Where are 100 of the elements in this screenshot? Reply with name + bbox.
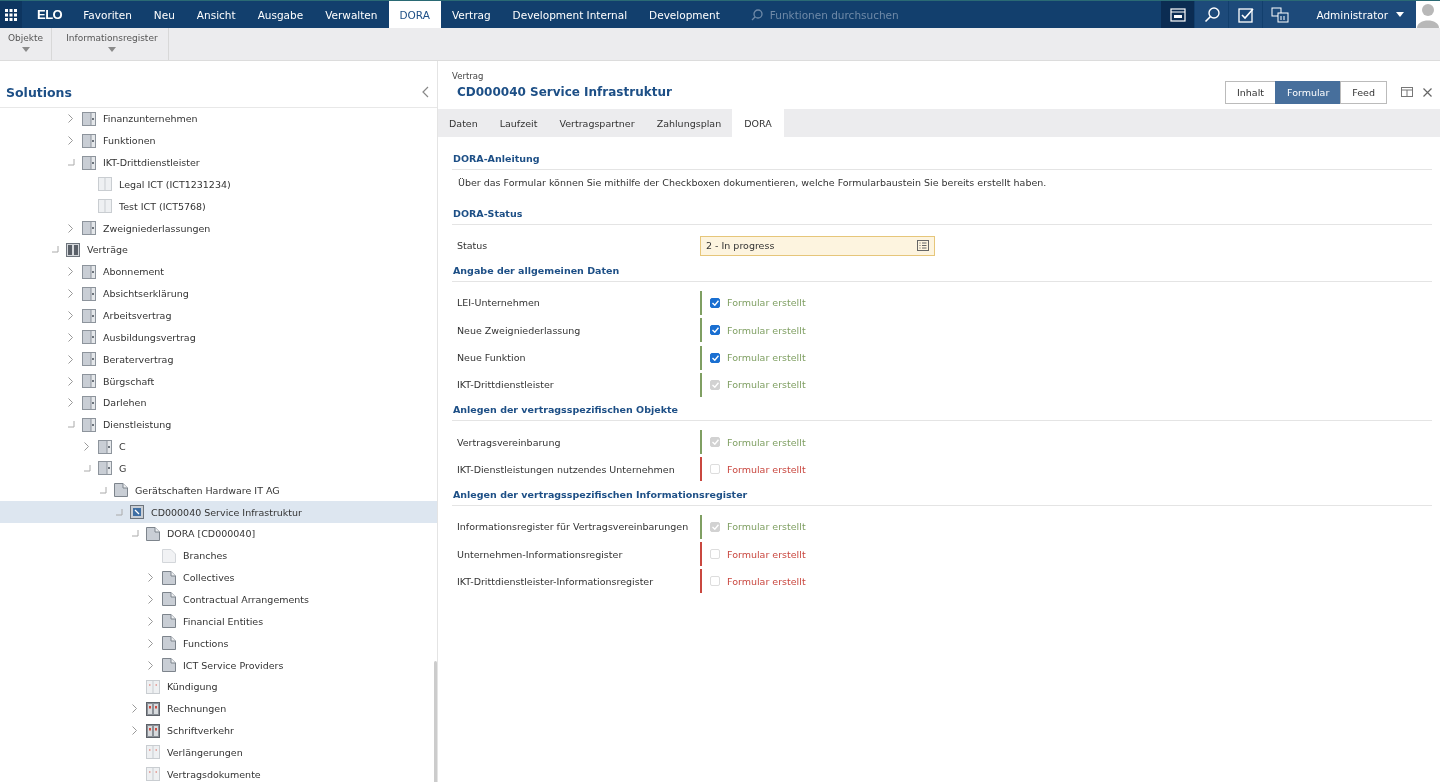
view-toggle-button[interactable]: Inhalt [1224, 80, 1276, 104]
ribbon-group-button[interactable]: Objekte [0, 28, 53, 60]
field-label: LEI-Unternehmen [457, 297, 541, 309]
tree-item[interactable]: Darlehen [0, 391, 437, 414]
chevron-right-icon[interactable] [68, 114, 73, 124]
collapse-corner-icon[interactable] [84, 464, 91, 472]
tree-item[interactable]: Financial Entities [0, 610, 437, 633]
chevron-right-icon[interactable] [132, 726, 137, 736]
menu-tab[interactable]: DORA [388, 1, 441, 28]
menu-tab[interactable]: Ausgabe [246, 1, 315, 28]
checkbox[interactable] [710, 352, 720, 363]
chevron-right-icon[interactable] [68, 289, 73, 299]
chevron-right-icon[interactable] [68, 354, 73, 364]
tree-item[interactable]: Bürgschaft [0, 370, 437, 392]
collapse-icon[interactable] [422, 86, 429, 98]
menu-tab[interactable]: Ansicht [185, 1, 247, 28]
chevron-right-icon[interactable] [148, 595, 153, 604]
tree-item[interactable]: DORA [CD000040] [0, 523, 437, 545]
caret-icon [107, 47, 116, 52]
tree-item[interactable]: Absichtserklärung [0, 282, 437, 305]
tree-item[interactable]: Test ICT (ICT5768) [0, 195, 437, 218]
chevron-right-icon[interactable] [68, 223, 73, 233]
tree-item[interactable]: Kündigung [0, 675, 437, 698]
chevron-right-icon[interactable] [68, 398, 73, 408]
menu-tab[interactable]: Development Internal [501, 1, 639, 28]
user-menu[interactable]: Administrator [1296, 1, 1416, 28]
chevron-right-icon[interactable] [132, 704, 137, 714]
chevron-right-icon[interactable] [148, 638, 153, 648]
menu-tab[interactable]: Neu [142, 1, 186, 28]
tree-item[interactable]: Finanzunternehmen [0, 108, 437, 130]
document-title: CD000040 Service Infrastruktur [456, 85, 673, 99]
tree-item[interactable]: Verträge [0, 239, 437, 261]
search-field[interactable]: Funktionen durchsuchen [767, 7, 972, 22]
menu-tab[interactable]: Vertrag [440, 1, 502, 28]
checkbox-label: Formular erstellt [727, 436, 806, 448]
form-tab[interactable]: Daten [438, 109, 489, 137]
view-toggle-button[interactable]: Formular [1275, 80, 1342, 104]
collapse-corner-icon[interactable] [68, 421, 75, 429]
tree-item[interactable]: Schriftverkehr [0, 719, 437, 742]
tree-item[interactable]: Zweigniederlassungen [0, 217, 437, 240]
tree-item[interactable]: CD000040 Service Infrastruktur [0, 501, 437, 524]
form-tab[interactable]: DORA [732, 109, 784, 137]
chevron-right-icon[interactable] [68, 311, 73, 320]
tree-item[interactable]: Ausbildungsvertrag [0, 326, 437, 349]
tree-item[interactable]: ICT Service Providers [0, 654, 437, 676]
checkmark-icon [711, 299, 719, 306]
close-icon[interactable] [1423, 87, 1432, 97]
field-label: Unternehmen-Informationsregister [457, 548, 624, 560]
scrollbar[interactable] [434, 661, 437, 782]
form-tab[interactable]: Vertragspartner [548, 109, 646, 137]
apps-menu-button[interactable] [0, 1, 22, 28]
tree-item[interactable]: Dienstleistung [0, 413, 437, 436]
tree-item[interactable]: Branches [0, 544, 437, 567]
chevron-right-icon[interactable] [84, 442, 89, 452]
chevron-right-icon[interactable] [148, 573, 153, 583]
chevron-right-icon[interactable] [148, 660, 153, 670]
tree-item[interactable]: G [0, 457, 437, 480]
tree-item[interactable]: Beratervertrag [0, 348, 437, 371]
checkbox[interactable] [710, 325, 720, 336]
tree-item[interactable]: C [0, 435, 437, 458]
layout-icon[interactable] [1401, 87, 1413, 97]
form-tab[interactable]: Zahlungsplan [645, 109, 733, 137]
collapse-corner-icon[interactable] [132, 530, 139, 538]
binder-icon [82, 111, 96, 126]
menu-tab[interactable]: Verwalten [314, 1, 389, 28]
search-button[interactable] [1194, 1, 1229, 28]
collapse-corner-icon[interactable] [100, 486, 107, 494]
menu-tab[interactable]: Favoriten [72, 1, 143, 28]
checkbox[interactable] [710, 297, 720, 308]
status-dropdown[interactable]: 2 - In progress [700, 235, 935, 256]
tree-item[interactable]: Contractual Arrangements [0, 588, 437, 611]
windows-button[interactable] [1262, 1, 1297, 28]
tree-item[interactable]: Funktionen [0, 129, 437, 152]
collapse-corner-icon[interactable] [68, 159, 75, 167]
tree-item[interactable]: IKT-Drittdienstleister [0, 151, 437, 174]
tasks-button[interactable] [1228, 1, 1263, 28]
chevron-right-icon[interactable] [148, 616, 153, 626]
ribbon-group-button[interactable]: Informationsregister [52, 28, 169, 60]
calendar-button[interactable] [1160, 1, 1195, 28]
section-heading: Anlegen der vertragsspezifischen Informationsregister [452, 483, 1432, 507]
binder-icon [82, 308, 96, 323]
view-toggle-button[interactable]: Feed [1340, 80, 1387, 104]
chevron-right-icon[interactable] [68, 267, 73, 277]
empty-binder-icon [98, 199, 112, 214]
tree-item[interactable]: Rechnungen [0, 697, 437, 720]
avatar-icon [1416, 2, 1440, 28]
menu-tab[interactable]: Development [638, 1, 731, 28]
collapse-corner-icon[interactable] [52, 246, 59, 254]
tree-item[interactable]: Arbeitsvertrag [0, 304, 437, 327]
tree-item[interactable]: Vertragsdokumente [0, 763, 437, 782]
chevron-right-icon[interactable] [68, 136, 73, 146]
tree-item[interactable]: Abonnement [0, 260, 437, 283]
tree-item[interactable]: Functions [0, 632, 437, 655]
tree-item[interactable]: Verlängerungen [0, 741, 437, 764]
chevron-right-icon[interactable] [68, 332, 73, 342]
tree-item[interactable]: Gerätschaften Hardware IT AG [0, 479, 437, 502]
tree-item[interactable]: Collectives [0, 566, 437, 589]
tree-item[interactable]: Legal ICT (ICT1231234) [0, 173, 437, 196]
chevron-right-icon[interactable] [68, 376, 73, 386]
form-tab[interactable]: Laufzeit [488, 109, 549, 137]
